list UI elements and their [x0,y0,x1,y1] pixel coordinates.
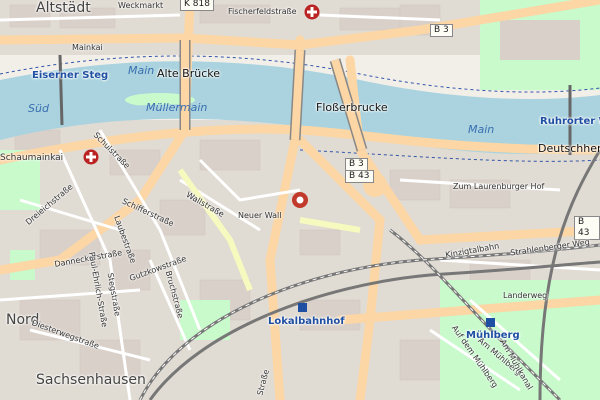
street-label: Mainkai [72,43,103,52]
place-label: Ruhrorter Werft [540,116,600,127]
district-label: Altstädt [36,0,91,16]
station-label[interactable]: Mühlberg [466,330,520,341]
street-label: Weckmarkt [118,1,164,10]
place-label: Eiserner Steg [32,70,109,81]
street-label: Fischerfeldstraße [228,7,297,16]
hospital-icon[interactable] [83,149,99,165]
station-icon[interactable] [298,303,307,312]
station-label[interactable]: Lokalbahnhof [268,316,345,327]
river-label: Müllermain [146,101,208,114]
district-label: Sachsenhausen [36,372,146,388]
hospital-icon[interactable] [304,4,320,20]
road-shield-k818: K 818 [180,0,214,11]
location-marker-icon[interactable] [289,189,311,211]
street-label: Neuer Wall [238,211,282,220]
bridge-label: Floßerbrucke [316,101,388,114]
street-label: Landerweg [503,291,548,300]
bridge-label: Deutschherrn [538,142,600,155]
river-label: Süd [28,102,49,115]
street-label: Schaumainkai [0,153,64,163]
river-label: Main [128,64,155,77]
bridge-label: Alte Brücke [157,67,220,80]
map-canvas[interactable]: K 818 B 3 B 3 B 43 B 43 Altstädt Nord Sa… [0,0,600,400]
road-shield-b3: B 3 [430,24,453,37]
station-icon[interactable] [486,318,495,327]
road-shield-b43: B 43 [574,216,600,240]
river-label: Main [468,123,495,136]
road-shield-b43: B 43 [345,170,374,183]
street-label: Zum Laurenburger Hof [453,182,545,191]
